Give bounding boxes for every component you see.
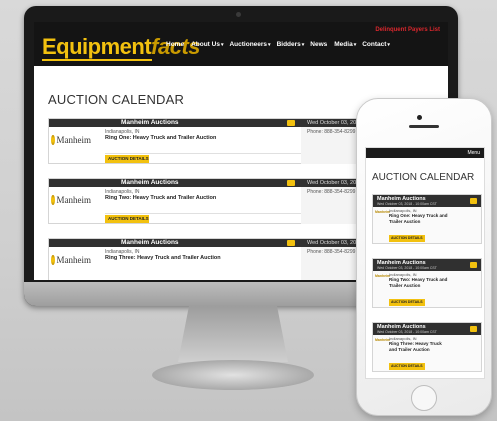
auction-phone: Phone: 888-354-8299 <box>307 189 356 195</box>
nav-home[interactable]: Home <box>166 41 185 48</box>
manheim-logo: Manheim <box>51 250 91 270</box>
calendar-tag-icon[interactable] <box>470 326 477 332</box>
front-camera-icon <box>417 115 422 120</box>
auction-details-button[interactable]: AUCTION DETAILS <box>389 235 425 242</box>
manheim-logo: Manheim <box>51 190 91 210</box>
logo-main: Equipment <box>42 34 152 59</box>
chevron-down-icon: ▾ <box>220 42 224 48</box>
auction-ring: Ring Two: Heavy Truck and Trailer Auctio… <box>105 195 217 201</box>
chevron-down-icon: ▾ <box>268 42 271 48</box>
chevron-down-icon: ▾ <box>387 42 390 48</box>
auction-phone: Phone: 888-354-8299 <box>307 249 356 255</box>
mobile-auction-card: Manheim Auctions Wed October 03, 2018 - … <box>372 194 482 244</box>
auction-ring: Ring One: Heavy Truck and Trailer Auctio… <box>105 135 217 141</box>
manheim-badge-icon <box>51 135 55 145</box>
site-header: Equipmentfacts Home About Us▾ Auctioneer… <box>34 22 448 66</box>
logo-underline <box>42 59 152 61</box>
mobile-header: Menu <box>366 148 484 158</box>
auction-date: Wed October 03, 2018 - 10:00am CST <box>377 202 437 206</box>
auction-details-button[interactable]: AUCTION DETAILS <box>105 155 149 163</box>
monitor-stand <box>178 306 288 362</box>
calendar-tag-icon[interactable] <box>287 240 295 246</box>
nav-auctioneers[interactable]: Auctioneers▾ <box>229 41 270 48</box>
home-button[interactable] <box>411 385 437 411</box>
page-title: AUCTION CALENDAR <box>48 92 185 107</box>
nav-media[interactable]: Media▾ <box>334 41 356 48</box>
mobile-screen: Menu AUCTION CALENDAR Manheim Auctions W… <box>365 147 485 379</box>
mobile-page-title: AUCTION CALENDAR <box>372 172 475 183</box>
manheim-logo: Manheim <box>375 210 391 214</box>
auction-title[interactable]: Manheim Auctions <box>121 239 179 247</box>
mobile-auction-card: Manheim Auctions Wed October 03, 2018 - … <box>372 258 482 308</box>
chevron-down-icon: ▾ <box>301 42 305 48</box>
auction-details-button[interactable]: AUCTION DETAILS <box>389 363 425 370</box>
auction-title[interactable]: Manheim Auctions <box>121 179 179 187</box>
calendar-tag-icon[interactable] <box>470 198 477 204</box>
manheim-logo: Manheim <box>375 338 391 342</box>
auction-phone: Phone: 888-354-8299 <box>307 129 356 135</box>
calendar-tag-icon[interactable] <box>287 180 295 186</box>
auction-date: Wed October 03, 2018 - 10:00am CST <box>377 330 437 334</box>
speaker-grille <box>409 125 439 128</box>
nav-about-us[interactable]: About Us▾ <box>191 41 223 48</box>
main-nav: Home About Us▾ Auctioneers▾ Bidders▾ New… <box>166 41 390 48</box>
calendar-tag-icon[interactable] <box>470 262 477 268</box>
auction-ring: Ring Two: Heavy Truck and Trailer Auctio… <box>389 277 448 288</box>
manheim-badge-icon <box>51 195 55 205</box>
calendar-tag-icon[interactable] <box>287 120 295 126</box>
webcam-icon <box>236 12 241 17</box>
mobile-phone: Menu AUCTION CALENDAR Manheim Auctions W… <box>356 98 492 416</box>
mobile-menu-button[interactable]: Menu <box>467 149 480 157</box>
manheim-badge-icon <box>51 255 55 265</box>
auction-title[interactable]: Manheim Auctions <box>121 119 179 127</box>
manheim-logo: Manheim <box>375 274 391 278</box>
delinquent-payers-link[interactable]: Delinquent Payers List <box>375 27 440 33</box>
nav-contact[interactable]: Contact▾ <box>362 41 390 48</box>
monitor-base <box>152 360 314 390</box>
auction-details-button[interactable]: AUCTION DETAILS <box>105 215 149 223</box>
mobile-auction-card: Manheim Auctions Wed October 03, 2018 - … <box>372 322 482 372</box>
auction-details-button[interactable]: AUCTION DETAILS <box>389 299 425 306</box>
auction-ring: Ring Three: Heavy Truck and Trailer Auct… <box>105 255 221 261</box>
auction-ring: Ring One: Heavy Truck and Trailer Auctio… <box>389 213 448 224</box>
manheim-logo: Manheim <box>51 130 91 150</box>
nav-news[interactable]: News <box>310 41 328 48</box>
chevron-down-icon: ▾ <box>353 42 357 48</box>
auction-ring: Ring Three: Heavy Truck and Trailer Auct… <box>389 341 442 352</box>
nav-bidders[interactable]: Bidders▾ <box>277 41 305 48</box>
auction-date: Wed October 03, 2018 - 10:00am CST <box>377 266 437 270</box>
